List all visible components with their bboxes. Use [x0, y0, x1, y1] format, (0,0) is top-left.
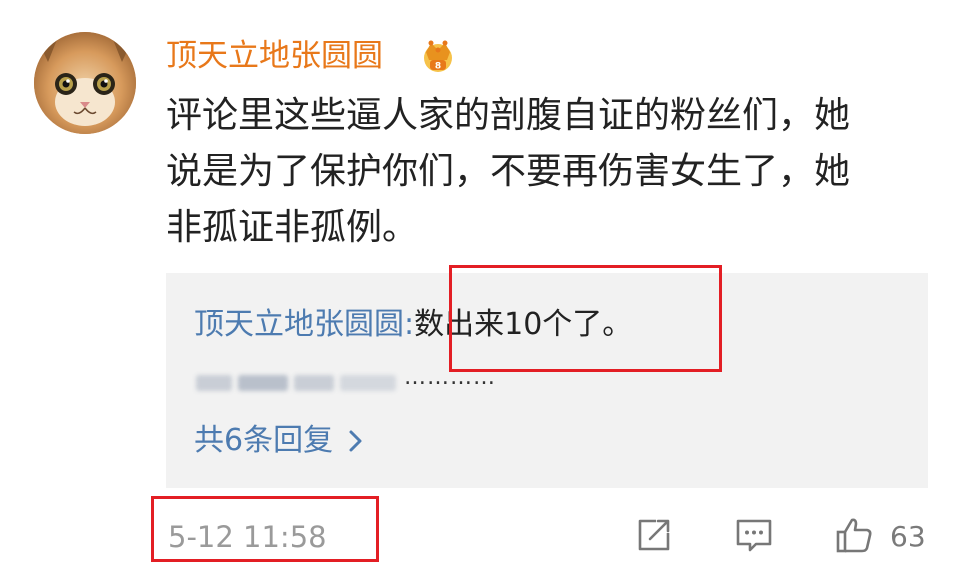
- avatar[interactable]: [34, 32, 136, 134]
- comment-text: 评论里这些逼人家的剖腹自证的粉丝们，她 说是为了保护你们，不要再伤害女生了，她 …: [166, 88, 936, 256]
- more-replies-link[interactable]: 共6条回复: [194, 419, 365, 463]
- blur-block: [340, 375, 396, 391]
- reply-separator: :: [404, 307, 415, 342]
- reply-author[interactable]: 顶天立地张圆圆: [194, 307, 404, 342]
- comment-icon[interactable]: [734, 515, 774, 555]
- blurred-reply: …………: [196, 365, 556, 399]
- blur-block: [196, 375, 232, 391]
- share-icon[interactable]: [634, 515, 674, 555]
- crown-vip-icon: 8: [418, 36, 458, 76]
- comment-card: 顶天立地张圆圆 8 评论里这些逼人家的剖腹自证的粉丝们，她 说是为了保护你们，不…: [0, 0, 960, 576]
- comment-line: 评论里这些逼人家的剖腹自证的粉丝们，她: [166, 95, 851, 136]
- blur-block: [294, 375, 334, 391]
- chevron-right-icon: [349, 430, 362, 452]
- cat-avatar-icon: [34, 32, 136, 134]
- thumbs-up-icon[interactable]: [834, 515, 874, 555]
- blur-block: [238, 375, 288, 391]
- timestamp: 5-12 11:58: [168, 520, 327, 554]
- username[interactable]: 顶天立地张圆圆: [166, 33, 383, 79]
- comment-line: 非孤证非孤例。: [166, 207, 419, 248]
- more-replies-label: 共6条回复: [194, 423, 334, 458]
- like-count: 63: [890, 520, 926, 553]
- highlight-box: [449, 265, 722, 372]
- svg-text:8: 8: [435, 62, 441, 72]
- comment-line: 说是为了保护你们，不要再伤害女生了，她: [166, 151, 851, 192]
